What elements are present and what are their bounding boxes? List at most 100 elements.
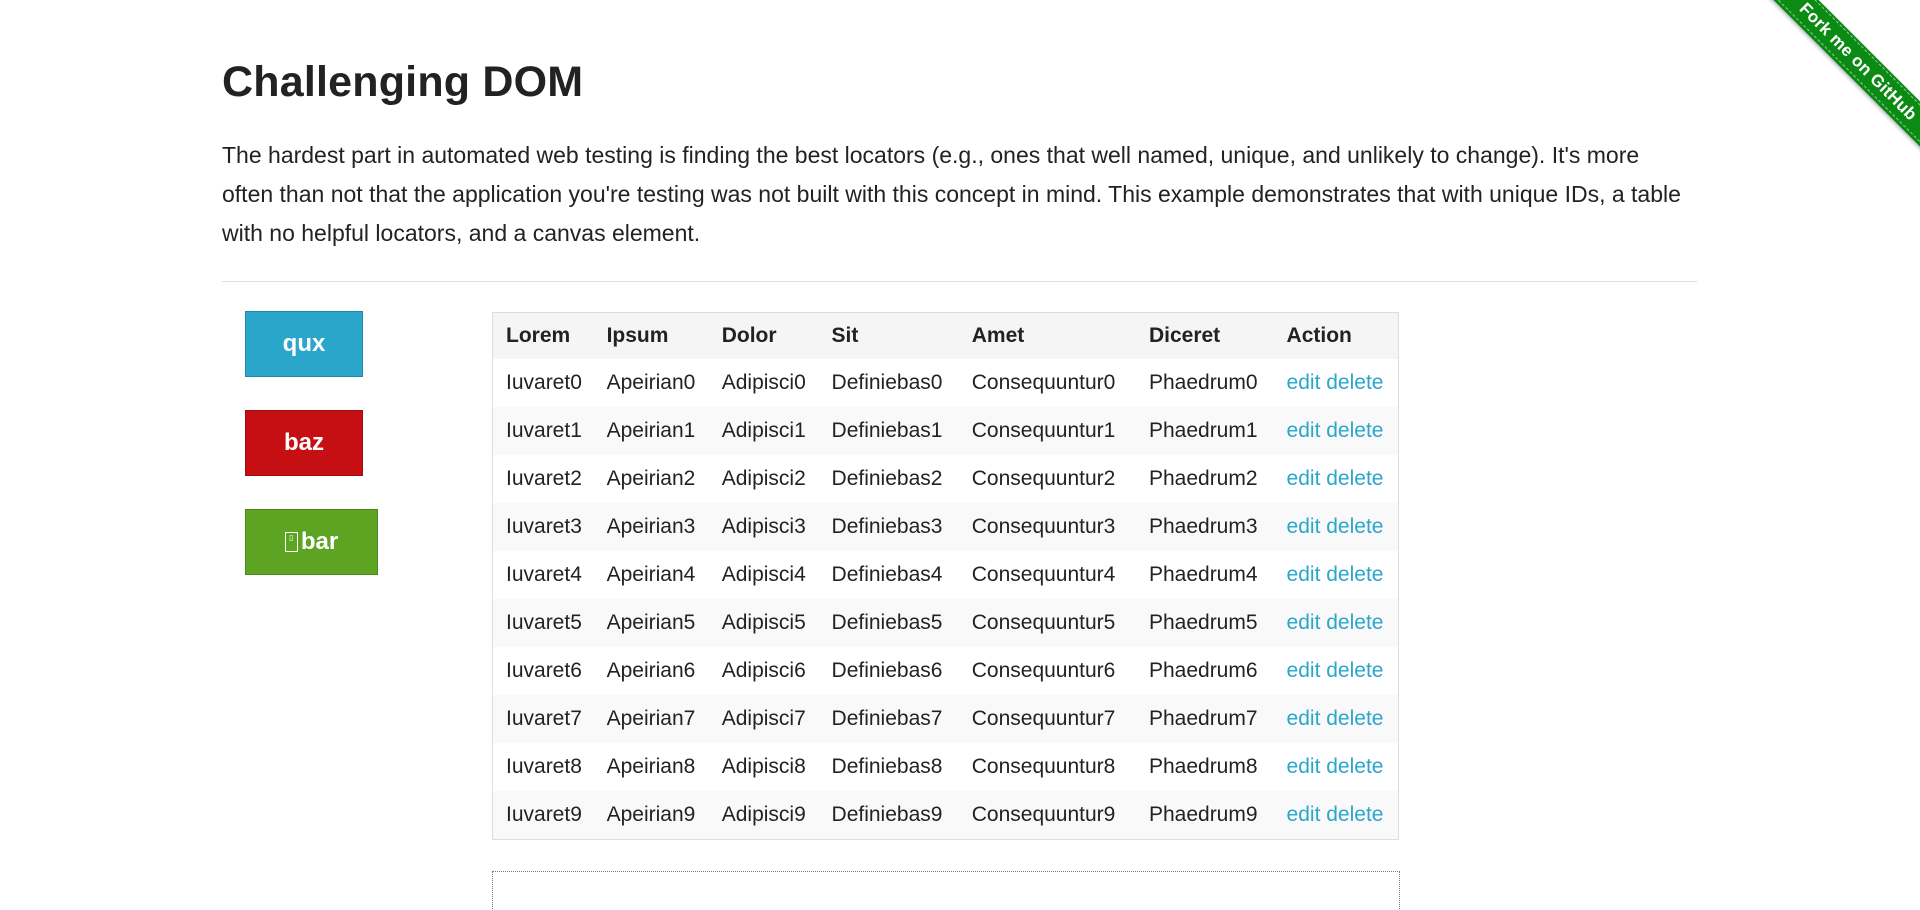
table-cell-dolor: Adipisci5 (708, 599, 819, 647)
delete-link[interactable]: delete (1326, 419, 1383, 442)
table-cell-action: edit delete (1273, 743, 1398, 791)
edit-link[interactable]: edit (1287, 563, 1321, 586)
table-cell-lorem: Iuvaret4 (493, 551, 594, 599)
edit-link[interactable]: edit (1287, 659, 1321, 682)
table-cell-ipsum: Apeirian6 (593, 647, 709, 695)
table-header-row: Lorem Ipsum Dolor Sit Amet Diceret Action (493, 313, 1398, 359)
table-cell-lorem: Iuvaret5 (493, 599, 594, 647)
table-body: Iuvaret0 Apeirian0 Adipisci0 Definiebas0 Con… (493, 359, 1398, 839)
table-cell-diceret: Phaedrum7 (1135, 695, 1274, 743)
table-cell-lorem: Iuvaret1 (493, 407, 594, 455)
table-cell-action: edit delete (1273, 551, 1398, 599)
data-table-container: Lorem Ipsum Dolor Sit Amet Diceret Action Iuva… (492, 312, 1399, 840)
table-cell-ipsum: Apeirian0 (593, 359, 709, 407)
table-cell-action: edit delete (1273, 407, 1398, 455)
table-cell-lorem: Iuvaret9 (493, 791, 594, 839)
column-header-action: Action (1273, 313, 1398, 359)
table-row: Iuvaret1 Apeirian1 Adipisci1 Definiebas1 Con… (493, 407, 1398, 455)
data-table: Lorem Ipsum Dolor Sit Amet Diceret Action Iuva… (493, 313, 1398, 839)
edit-link[interactable]: edit (1287, 515, 1321, 538)
table-cell-sit: Definiebas2 (818, 455, 959, 503)
delete-link[interactable]: delete (1326, 707, 1383, 730)
table-cell-amet: Consequuntur6 (958, 647, 1136, 695)
table-cell-amet: Consequuntur2 (958, 455, 1136, 503)
delete-link[interactable]: delete (1326, 755, 1383, 778)
table-row: Iuvaret4 Apeirian4 Adipisci4 Definiebas4 Con… (493, 551, 1398, 599)
edit-link[interactable]: edit (1287, 803, 1321, 826)
table-cell-lorem: Iuvaret8 (493, 743, 594, 791)
table-cell-diceret: Phaedrum1 (1135, 407, 1274, 455)
table-cell-sit: Definiebas1 (818, 407, 959, 455)
edit-link[interactable]: edit (1287, 611, 1321, 634)
table-cell-diceret: Phaedrum4 (1135, 551, 1274, 599)
table-cell-lorem: Iuvaret7 (493, 695, 594, 743)
column-header-dolor: Dolor (708, 313, 819, 359)
delete-link[interactable]: delete (1326, 467, 1383, 490)
table-cell-action: edit delete (1273, 455, 1398, 503)
delete-link[interactable]: delete (1326, 515, 1383, 538)
canvas-element (492, 871, 1400, 910)
edit-link[interactable]: edit (1287, 467, 1321, 490)
table-row: Iuvaret3 Apeirian3 Adipisci3 Definiebas3 Con… (493, 503, 1398, 551)
delete-link[interactable]: delete (1326, 371, 1383, 394)
table-row: Iuvaret0 Apeirian0 Adipisci0 Definiebas0 Con… (493, 359, 1398, 407)
qux-button-label: qux (282, 330, 326, 357)
table-cell-ipsum: Apeirian1 (593, 407, 709, 455)
table-cell-dolor: Adipisci1 (708, 407, 819, 455)
table-cell-sit: Definiebas5 (818, 599, 959, 647)
table-cell-amet: Consequuntur4 (958, 551, 1136, 599)
edit-link[interactable]: edit (1287, 371, 1321, 394)
table-cell-dolor: Adipisci4 (708, 551, 819, 599)
delete-link[interactable]: delete (1326, 659, 1383, 682)
table-cell-diceret: Phaedrum0 (1135, 359, 1274, 407)
fork-me-ribbon-link[interactable]: Fork me on GitHub (1761, 0, 1920, 159)
table-cell-lorem: Iuvaret6 (493, 647, 594, 695)
table-row: Iuvaret5 Apeirian5 Adipisci5 Definiebas5 Con… (493, 599, 1398, 647)
table-cell-ipsum: Apeirian3 (593, 503, 709, 551)
table-cell-diceret: Phaedrum2 (1135, 455, 1274, 503)
table-cell-ipsum: Apeirian4 (593, 551, 709, 599)
table-cell-action: edit delete (1273, 359, 1398, 407)
table-cell-dolor: Adipisci8 (708, 743, 819, 791)
table-cell-sit: Definiebas7 (818, 695, 959, 743)
delete-link[interactable]: delete (1326, 803, 1383, 826)
table-row: Iuvaret9 Apeirian9 Adipisci9 Definiebas9 Con… (493, 791, 1398, 839)
edit-link[interactable]: edit (1287, 755, 1321, 778)
table-row: Iuvaret8 Apeirian8 Adipisci8 Definiebas8 Con… (493, 743, 1398, 791)
table-cell-sit: Definiebas9 (818, 791, 959, 839)
table-cell-diceret: Phaedrum6 (1135, 647, 1274, 695)
baz-button[interactable]: baz (245, 410, 363, 476)
page: Fork me on GitHub Challenging DOM The ha… (0, 0, 1920, 910)
table-cell-lorem: Iuvaret3 (493, 503, 594, 551)
table-cell-action: edit delete (1273, 647, 1398, 695)
delete-link[interactable]: delete (1326, 611, 1383, 634)
table-cell-sit: Definiebas4 (818, 551, 959, 599)
table-cell-amet: Consequuntur5 (958, 599, 1136, 647)
column-header-ipsum: Ipsum (593, 313, 709, 359)
table-cell-amet: Consequuntur3 (958, 503, 1136, 551)
table-cell-dolor: Adipisci0 (708, 359, 819, 407)
table-row: Iuvaret2 Apeirian2 Adipisci2 Definiebas2 Con… (493, 455, 1398, 503)
bar-button[interactable]: ▯ bar (245, 509, 378, 575)
table-cell-sit: Definiebas3 (818, 503, 959, 551)
table-cell-diceret: Phaedrum8 (1135, 743, 1274, 791)
qux-button[interactable]: qux (245, 311, 363, 377)
table-cell-dolor: Adipisci3 (708, 503, 819, 551)
table-cell-diceret: Phaedrum3 (1135, 503, 1274, 551)
github-ribbon-container: Fork me on GitHub (1730, 0, 1920, 190)
baz-button-label: baz (283, 429, 324, 456)
intro-paragraph: The hardest part in automated web testin… (222, 142, 1681, 246)
delete-link[interactable]: delete (1326, 563, 1383, 586)
table-cell-dolor: Adipisci7 (708, 695, 819, 743)
table-cell-dolor: Adipisci6 (708, 647, 819, 695)
table-cell-dolor: Adipisci2 (708, 455, 819, 503)
table-cell-ipsum: Apeirian5 (593, 599, 709, 647)
table-cell-action: edit delete (1273, 791, 1398, 839)
edit-link[interactable]: edit (1287, 419, 1321, 442)
table-cell-ipsum: Apeirian9 (593, 791, 709, 839)
table-row: Iuvaret6 Apeirian6 Adipisci6 Definiebas6 Con… (493, 647, 1398, 695)
edit-link[interactable]: edit (1287, 707, 1321, 730)
missing-glyph-icon: ▯ (284, 532, 298, 552)
column-header-sit: Sit (818, 313, 959, 359)
column-header-amet: Amet (958, 313, 1136, 359)
